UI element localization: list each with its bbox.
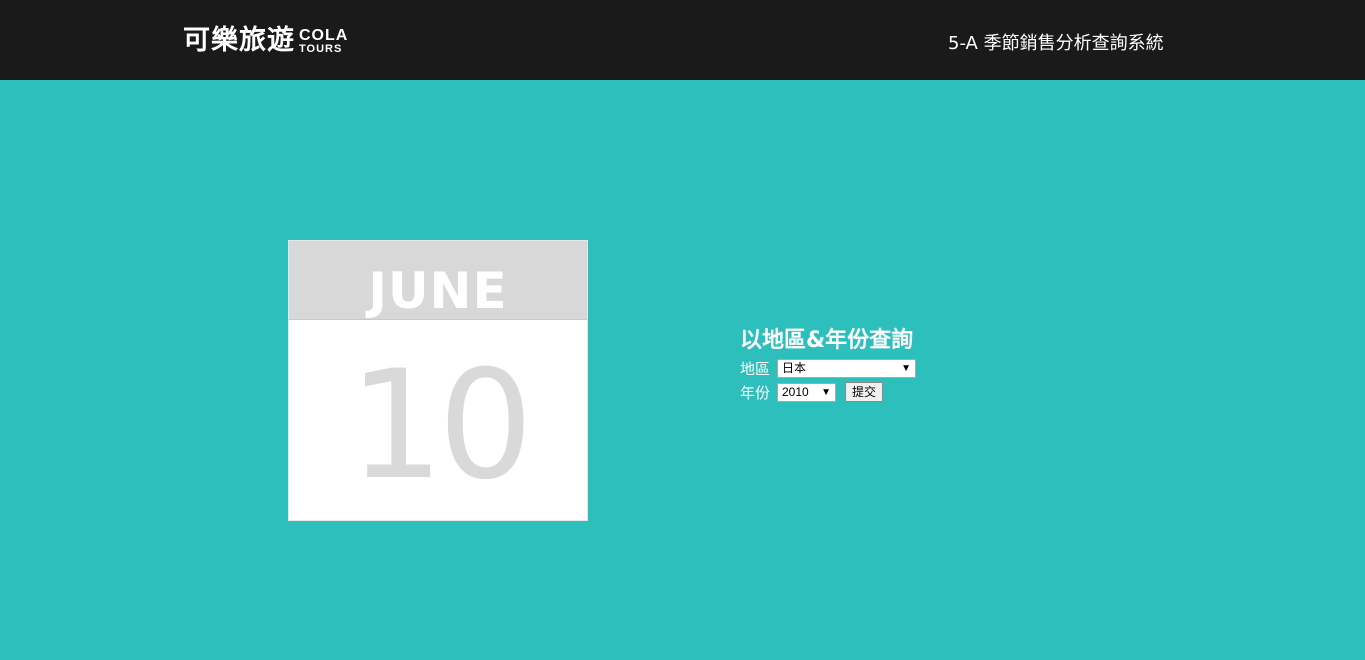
cola-tours-logo[interactable]: 可樂旅遊 COLA TOURS: [183, 24, 348, 58]
query-panel: 以地區&年份查詢 地區 日本 ▼ 年份 2010 ▼ 提交: [740, 326, 916, 404]
system-title: 5-A 季節銷售分析查詢系統: [948, 33, 1164, 54]
logo-cola-text: COLA: [299, 26, 349, 44]
logo-chinese-text: 可樂旅遊: [183, 25, 295, 56]
calendar-day: 10: [348, 339, 534, 513]
calendar-graphic: JUNE 10: [288, 240, 588, 521]
year-selected-value: 2010: [782, 384, 809, 399]
year-row: 年份 2010 ▼ 提交: [740, 380, 916, 404]
calendar-month: JUNE: [289, 241, 587, 320]
region-row: 地區 日本 ▼: [740, 356, 916, 380]
header-bar: 可樂旅遊 COLA TOURS 5-A 季節銷售分析查詢系統: [0, 0, 1365, 80]
region-selected-value: 日本: [782, 360, 807, 375]
region-label: 地區: [740, 359, 771, 378]
year-select[interactable]: 2010 ▼: [777, 382, 836, 402]
logo-tours-text: TOURS: [299, 42, 343, 55]
dropdown-arrow-icon: ▼: [901, 362, 911, 374]
region-select[interactable]: 日本 ▼: [777, 358, 916, 378]
year-label: 年份: [740, 383, 771, 402]
logo-english-text: COLA TOURS: [299, 26, 349, 55]
submit-button[interactable]: 提交: [845, 382, 884, 402]
dropdown-arrow-icon: ▼: [821, 386, 831, 398]
query-title: 以地區&年份查詢: [740, 328, 914, 353]
